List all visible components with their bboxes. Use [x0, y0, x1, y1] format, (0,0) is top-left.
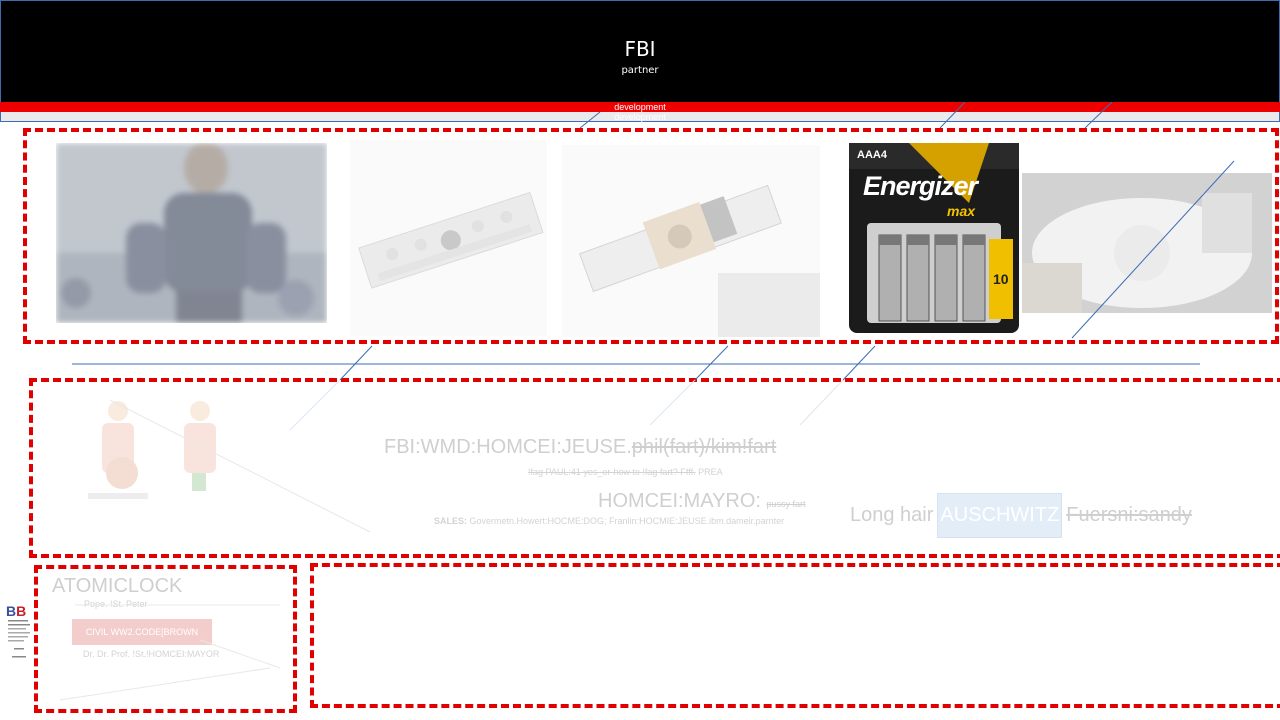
battery-count-label: 10: [993, 271, 1009, 287]
empty-content-frame: [310, 563, 1280, 708]
wmd-prefix: FBI:WMD:HOMCEI:JEUSE.: [384, 436, 632, 458]
page-subtitle: partner: [621, 65, 659, 76]
red-development-bar: development: [0, 102, 1280, 112]
battery-size-label: AAA4: [857, 149, 887, 161]
development-label: development: [614, 102, 666, 112]
wmd-heading: FBI:WMD:HOMCEI:JEUSE.phil(fart)/kim!fart: [384, 436, 776, 459]
pope-label: Pope. !St. Peter: [84, 599, 148, 609]
development-label-2: development: [614, 112, 666, 122]
mayor-heading: HOMCEI:MAYRO: pussy fart: [598, 490, 806, 513]
highlighted-word[interactable]: AUSCHWITZ: [937, 492, 1063, 538]
wmd-subline: !fag PAUL:41 yes_or-how to !fag fart? Ff…: [528, 467, 723, 477]
sales-text: Govermetn.Howert:HOCME:DOG; Franlin:HOCM…: [469, 516, 785, 526]
police-officer-photo[interactable]: [56, 143, 327, 323]
logo-mark-1: B: [6, 603, 17, 619]
sales-line: SALES: Govermetn.Howert:HOCME:DOG; Franl…: [434, 516, 784, 526]
wmd-struck-text: phil(fart)/kim!fart: [631, 436, 777, 458]
millennium-falcon-model-photo[interactable]: [1022, 173, 1272, 313]
subline-tail: PREA: [698, 467, 723, 477]
battery-subbrand-label: max: [947, 203, 976, 219]
long-hair-line: Long hair AUSCHWITZ Fuersni:sandy: [850, 492, 1192, 538]
long-hair-text: Long hair: [850, 503, 934, 526]
battery-pack-photo[interactable]: AAA4 Energizer max 10: [849, 143, 1019, 333]
lego-mechanism-photo[interactable]: [562, 145, 820, 337]
mayor-small: pussy fart: [766, 499, 806, 509]
lego-brick-assembly-photo[interactable]: [350, 140, 547, 336]
logo-fine-print: [8, 620, 30, 658]
mayor-main: HOMCEI:MAYRO:: [598, 490, 761, 512]
battery-brand-label: Energizer: [863, 171, 978, 201]
doctor-label: Dr. Dr. Prof. !St.!HOMCEI:MAYOR: [83, 649, 220, 659]
civil-ww2-button[interactable]: CIVIL WW2.CODE[BROWN: [72, 619, 212, 645]
medical-diagram: [88, 395, 228, 500]
sales-label: SALES:: [434, 516, 468, 526]
struck-name: Fuersni:sandy: [1066, 503, 1192, 526]
logo-mark-2: B: [16, 603, 27, 619]
atomic-clock-title: ATOMICLOCK: [52, 575, 183, 597]
subline-struck-text: !fag PAUL:41 yes_or-how to !fag fart? Ff…: [528, 467, 696, 477]
grey-development-bar: development: [0, 112, 1280, 122]
bb-logo: BB: [6, 604, 32, 660]
page-title: FBI: [624, 37, 656, 61]
header-banner: FBI partner: [0, 0, 1280, 102]
